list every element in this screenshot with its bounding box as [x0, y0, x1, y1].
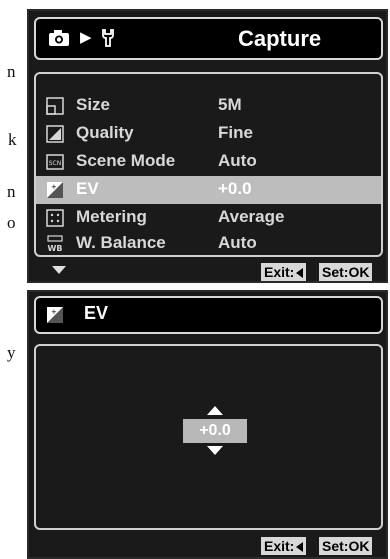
- scroll-down-icon[interactable]: [52, 266, 66, 274]
- svg-text:WB: WB: [48, 244, 63, 253]
- menu-item-value: +0.0: [218, 179, 252, 198]
- ev-adjust-panel: +0.0: [34, 344, 383, 530]
- white-balance-icon: WB: [47, 235, 63, 253]
- exit-hint[interactable]: Exit:: [261, 263, 307, 281]
- menu-item-value: Average: [218, 207, 285, 226]
- margin-char: n: [7, 62, 16, 81]
- svg-text:+: +: [51, 183, 57, 191]
- set-hint[interactable]: Set:OK: [319, 263, 373, 281]
- menu-item-label: EV: [76, 179, 99, 198]
- ev-value[interactable]: +0.0: [183, 419, 247, 443]
- set-hint[interactable]: Set:OK: [319, 537, 373, 555]
- svg-text:+: +: [51, 308, 57, 316]
- exit-label: Exit:: [264, 538, 295, 554]
- margin-char: n: [7, 182, 16, 201]
- menu-item-quality[interactable]: Quality Fine: [36, 120, 381, 148]
- menu-item-scene-mode[interactable]: SCN Scene Mode Auto: [36, 148, 381, 176]
- menu-title: Capture: [238, 26, 322, 51]
- camera-icon[interactable]: [48, 29, 70, 47]
- menu-item-label: Scene Mode: [76, 151, 176, 170]
- menu-item-value: Auto: [218, 233, 257, 252]
- menu-item-value: Auto: [218, 151, 257, 170]
- menu-item-label: W. Balance: [76, 233, 166, 252]
- exit-hint[interactable]: Exit:: [261, 537, 307, 555]
- menu-item-label: Size: [76, 95, 111, 114]
- menu-item-size[interactable]: Size 5M: [36, 92, 381, 120]
- ev-header: + EV: [34, 296, 383, 334]
- margin-char: o: [7, 213, 16, 232]
- margin-char: k: [8, 130, 17, 149]
- left-arrow-icon: [296, 268, 304, 279]
- ev-icon: +: [47, 182, 63, 198]
- menu-header: ▶ Capture: [34, 17, 383, 60]
- decrease-arrow-icon[interactable]: [207, 446, 223, 455]
- menu-item-white-balance[interactable]: WB W. Balance Auto: [36, 230, 381, 258]
- settings-list: Size 5M Quality Fine SCN Scene Mode Auto: [34, 72, 383, 257]
- ev-title: EV: [84, 303, 109, 323]
- wrench-icon[interactable]: [100, 28, 116, 48]
- menu-item-value: Fine: [218, 123, 253, 142]
- increase-arrow-icon[interactable]: [207, 406, 223, 415]
- menu-item-ev[interactable]: + EV +0.0: [36, 176, 381, 204]
- capture-menu-screen: ▶ Capture Size 5M Quality Fine SCN Scene…: [27, 9, 388, 283]
- menu-item-label: Metering: [76, 207, 147, 226]
- exit-label: Exit:: [264, 264, 295, 280]
- play-icon[interactable]: ▶: [80, 28, 92, 46]
- set-label: Set:OK: [322, 538, 370, 554]
- margin-char: y: [7, 343, 16, 362]
- menu-item-value: 5M: [218, 95, 242, 114]
- metering-icon: [46, 209, 64, 227]
- set-label: Set:OK: [322, 264, 370, 280]
- svg-text:SCN: SCN: [49, 160, 62, 167]
- quality-icon: [46, 125, 64, 143]
- menu-item-metering[interactable]: Metering Average: [36, 204, 381, 232]
- ev-adjust-screen: + EV +0.0 Exit: Set:OK: [27, 290, 388, 559]
- size-icon: [46, 97, 64, 115]
- left-arrow-icon: [296, 542, 304, 553]
- scene-mode-icon: SCN: [46, 154, 64, 170]
- ev-icon: +: [47, 307, 63, 323]
- menu-item-label: Quality: [76, 123, 134, 142]
